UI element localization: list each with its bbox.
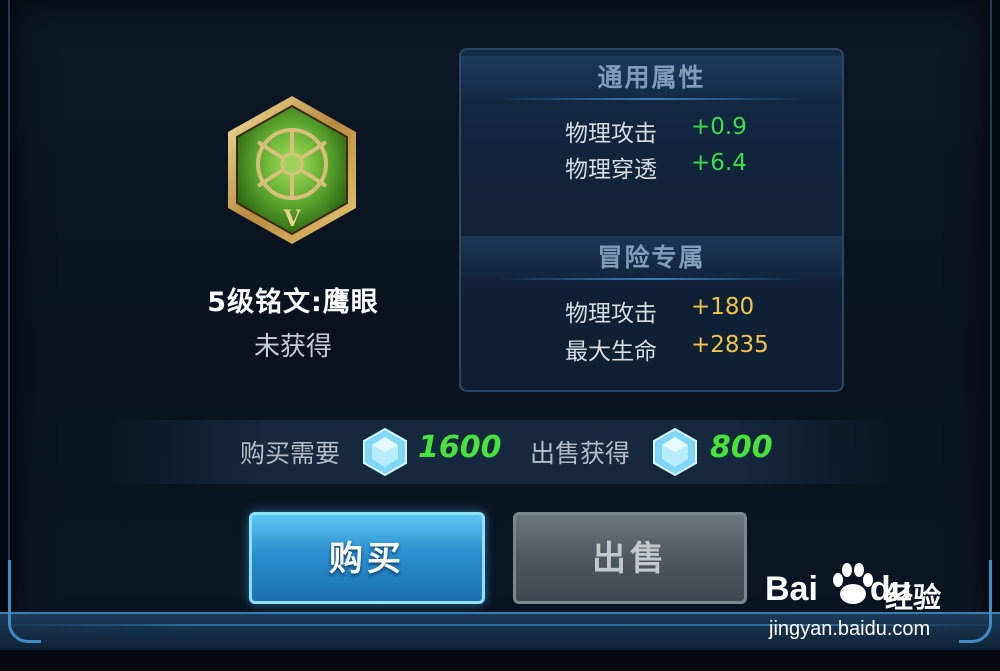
watermark-url: jingyan.baidu.com xyxy=(769,618,931,640)
attribute-value: +180 xyxy=(691,294,755,320)
attributes-panel: 通用属性 物理攻击 +0.9 物理穿透 +6.4 冒险专属 物理攻击 +180 … xyxy=(459,48,844,392)
attribute-label: 物理攻击 xyxy=(565,121,657,147)
buy-button[interactable]: 购买 xyxy=(249,512,485,604)
item-status: 未获得 xyxy=(253,332,332,362)
item-name: 5级铭文:鹰眼 xyxy=(207,287,379,318)
attribute-label: 最大生命 xyxy=(565,339,657,365)
buy-price-label: 购买需要 xyxy=(240,439,341,468)
baidu-paw-icon xyxy=(829,562,877,606)
attribute-value: +0.9 xyxy=(691,114,747,140)
buy-price-value: 1600 xyxy=(418,430,502,465)
sell-price-label: 出售获得 xyxy=(530,439,631,468)
attribute-label: 物理穿透 xyxy=(565,157,657,183)
frame-corner-decoration-left xyxy=(8,560,41,643)
baidu-jingyan-watermark: Bai du 经验 jingyan.baidu.com xyxy=(765,560,985,650)
attribute-row: 物理攻击 +180 xyxy=(461,294,842,328)
attribute-row: 最大生命 +2835 xyxy=(461,332,842,366)
sell-button[interactable]: 出售 xyxy=(513,512,747,604)
rune-emblem-icon: V xyxy=(222,92,362,248)
attribute-row: 物理穿透 +6.4 xyxy=(461,150,842,184)
general-attributes-title: 通用属性 xyxy=(461,56,842,100)
crystal-gem-icon xyxy=(360,427,410,477)
attribute-value: +6.4 xyxy=(691,150,747,176)
sell-price-value: 800 xyxy=(710,430,773,465)
attribute-label: 物理攻击 xyxy=(565,301,657,327)
adventure-attributes-title: 冒险专属 xyxy=(461,236,842,280)
attribute-value: +2835 xyxy=(691,332,769,358)
crystal-gem-icon xyxy=(650,427,700,477)
attribute-row: 物理攻击 +0.9 xyxy=(461,114,842,148)
rune-level-numeral: V xyxy=(282,206,301,232)
watermark-cn-text: 经验 xyxy=(885,581,942,614)
